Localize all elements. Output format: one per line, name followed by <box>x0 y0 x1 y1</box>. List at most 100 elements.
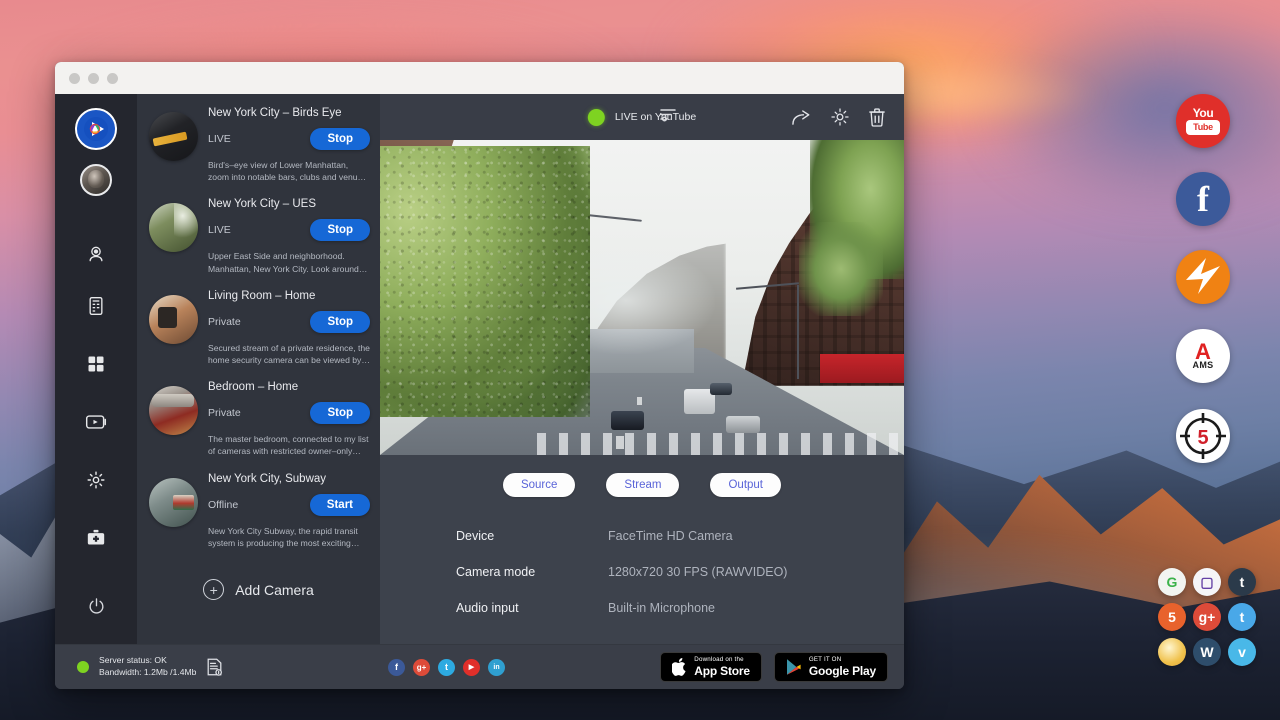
camera-thumbnail <box>149 386 198 435</box>
grabyo-label: G <box>1167 574 1178 590</box>
camera-action-button[interactable]: Start <box>310 494 370 516</box>
twitter-icon[interactable]: t <box>1228 603 1256 631</box>
live-indicator-dot <box>588 109 605 126</box>
google-play-top-label: GET IT ON <box>809 657 876 663</box>
camera-description: New York City Subway, the rapid transit … <box>208 525 370 549</box>
window-maximize-button[interactable] <box>107 73 118 84</box>
social-links: f g+ t ▶ in <box>388 659 505 676</box>
camera-description: Upper East Side and neighborhood. Manhat… <box>208 250 370 274</box>
preview-car <box>611 411 645 430</box>
main-panel: LIVE on YouTube <box>380 94 904 644</box>
grabyo-icon[interactable]: G <box>1158 568 1186 596</box>
live-status-label: LIVE on YouTube <box>615 111 696 123</box>
target-five-icon[interactable]: 5 <box>1176 409 1230 463</box>
youtube-label: ▶ <box>469 663 474 671</box>
tumblr-icon[interactable]: t <box>1228 568 1256 596</box>
preview-trees-texture <box>380 146 590 417</box>
sidebar-rail <box>55 94 137 644</box>
sidebar-item-power[interactable] <box>76 586 116 626</box>
window-close-button[interactable] <box>69 73 80 84</box>
log-document-icon[interactable] <box>206 658 223 676</box>
linkedin-link[interactable]: in <box>488 659 505 676</box>
camera-list-item[interactable]: New York City – UES LIVE Stop Upper East… <box>137 189 380 280</box>
app-logo-icon[interactable] <box>75 108 117 150</box>
grid-icon <box>86 354 106 374</box>
camera-list-item[interactable]: New York City – Birds Eye LIVE Stop Bird… <box>137 98 380 189</box>
facebook-icon[interactable]: f <box>1176 172 1230 226</box>
gplus-label: g+ <box>417 663 427 672</box>
camera-status: Offline <box>208 499 238 511</box>
sidebar-item-player[interactable] <box>76 402 116 442</box>
youtube-link[interactable]: ▶ <box>463 659 480 676</box>
flare-icon[interactable] <box>1158 638 1186 666</box>
settings-tabs: Source Stream Output <box>380 455 904 509</box>
info-value[interactable]: Built-in Microphone <box>608 601 715 615</box>
info-row: Camera mode 1280x720 30 FPS (RAWVIDEO) <box>456 565 904 579</box>
share-icon[interactable] <box>791 108 812 127</box>
tab-stream[interactable]: Stream <box>606 473 679 497</box>
google-play-badge[interactable]: GET IT ON Google Play <box>774 652 888 682</box>
camera-thumbnail <box>149 203 198 252</box>
delete-trash-icon <box>868 107 886 127</box>
wowza-icon[interactable] <box>1176 250 1230 304</box>
camera-list-item[interactable]: New York City, Subway Offline Start New … <box>137 464 380 555</box>
camera-title: Living Room – Home <box>208 290 370 302</box>
sidebar-item-support[interactable] <box>76 518 116 558</box>
lane-marking <box>637 397 642 405</box>
facebook-label: f <box>1197 182 1209 216</box>
apple-icon <box>672 658 687 676</box>
gear-icon[interactable] <box>830 107 850 127</box>
tab-source[interactable]: Source <box>503 473 575 497</box>
video-preview[interactable] <box>380 140 904 455</box>
youtube-icon[interactable]: You Tube <box>1176 94 1230 148</box>
settings-gear-icon <box>830 107 850 127</box>
vimeo-label: v <box>1238 644 1246 660</box>
twitter-link[interactable]: t <box>438 659 455 676</box>
device-icon <box>87 296 105 316</box>
camera-action-button[interactable]: Stop <box>310 128 370 150</box>
app-store-badge[interactable]: Download on the App Store <box>660 652 762 682</box>
info-value[interactable]: FaceTime HD Camera <box>608 529 733 543</box>
share-arrow-icon <box>791 108 812 127</box>
camera-title: New York City – UES <box>208 198 370 210</box>
preview-awning <box>820 354 904 382</box>
camera-action-button[interactable]: Stop <box>310 311 370 333</box>
camera-title: Bedroom – Home <box>208 381 370 393</box>
ams-label: AMS <box>1193 361 1214 370</box>
main-topbar: LIVE on YouTube <box>380 94 904 140</box>
app-window: New York City – Birds Eye LIVE Stop Bird… <box>55 62 904 689</box>
vimeo-icon[interactable]: v <box>1228 638 1256 666</box>
info-row: Device FaceTime HD Camera <box>456 529 904 543</box>
info-label: Camera mode <box>456 565 608 579</box>
facebook-link[interactable]: f <box>388 659 405 676</box>
camera-thumbnail <box>149 112 198 161</box>
tab-output[interactable]: Output <box>710 473 781 497</box>
add-camera-button[interactable]: + Add Camera <box>137 555 380 630</box>
livestream-five-icon[interactable]: 5 <box>1158 603 1186 631</box>
sidebar-item-cameras[interactable] <box>76 234 116 274</box>
camera-action-button[interactable]: Stop <box>310 402 370 424</box>
trash-icon[interactable] <box>868 107 886 127</box>
wordpress-icon[interactable]: W <box>1193 638 1221 666</box>
window-minimize-button[interactable] <box>88 73 99 84</box>
facebook-label: f <box>395 662 398 672</box>
sidebar-item-devices[interactable] <box>76 286 116 326</box>
video-player-icon <box>85 413 107 431</box>
camera-thumbnail <box>149 478 198 527</box>
camera-status: LIVE <box>208 224 231 236</box>
camera-list[interactable]: New York City – Birds Eye LIVE Stop Bird… <box>137 94 380 644</box>
youtube-label-top: You <box>1193 107 1214 119</box>
add-camera-label: Add Camera <box>235 582 314 598</box>
google-plus-icon[interactable]: g+ <box>1193 603 1221 631</box>
twitch-icon[interactable]: ▢ <box>1193 568 1221 596</box>
sidebar-item-grid[interactable] <box>76 344 116 384</box>
adobe-ams-icon[interactable]: A AMS <box>1176 329 1230 383</box>
google-plus-link[interactable]: g+ <box>413 659 430 676</box>
youtube-label-bottom: Tube <box>1186 120 1220 135</box>
camera-list-item[interactable]: Living Room – Home Private Stop Secured … <box>137 281 380 372</box>
camera-list-item[interactable]: Bedroom – Home Private Stop The master b… <box>137 372 380 463</box>
sidebar-item-settings[interactable] <box>76 460 116 500</box>
info-value[interactable]: 1280x720 30 FPS (RAWVIDEO) <box>608 565 787 579</box>
avatar[interactable] <box>80 164 112 196</box>
camera-action-button[interactable]: Stop <box>310 219 370 241</box>
